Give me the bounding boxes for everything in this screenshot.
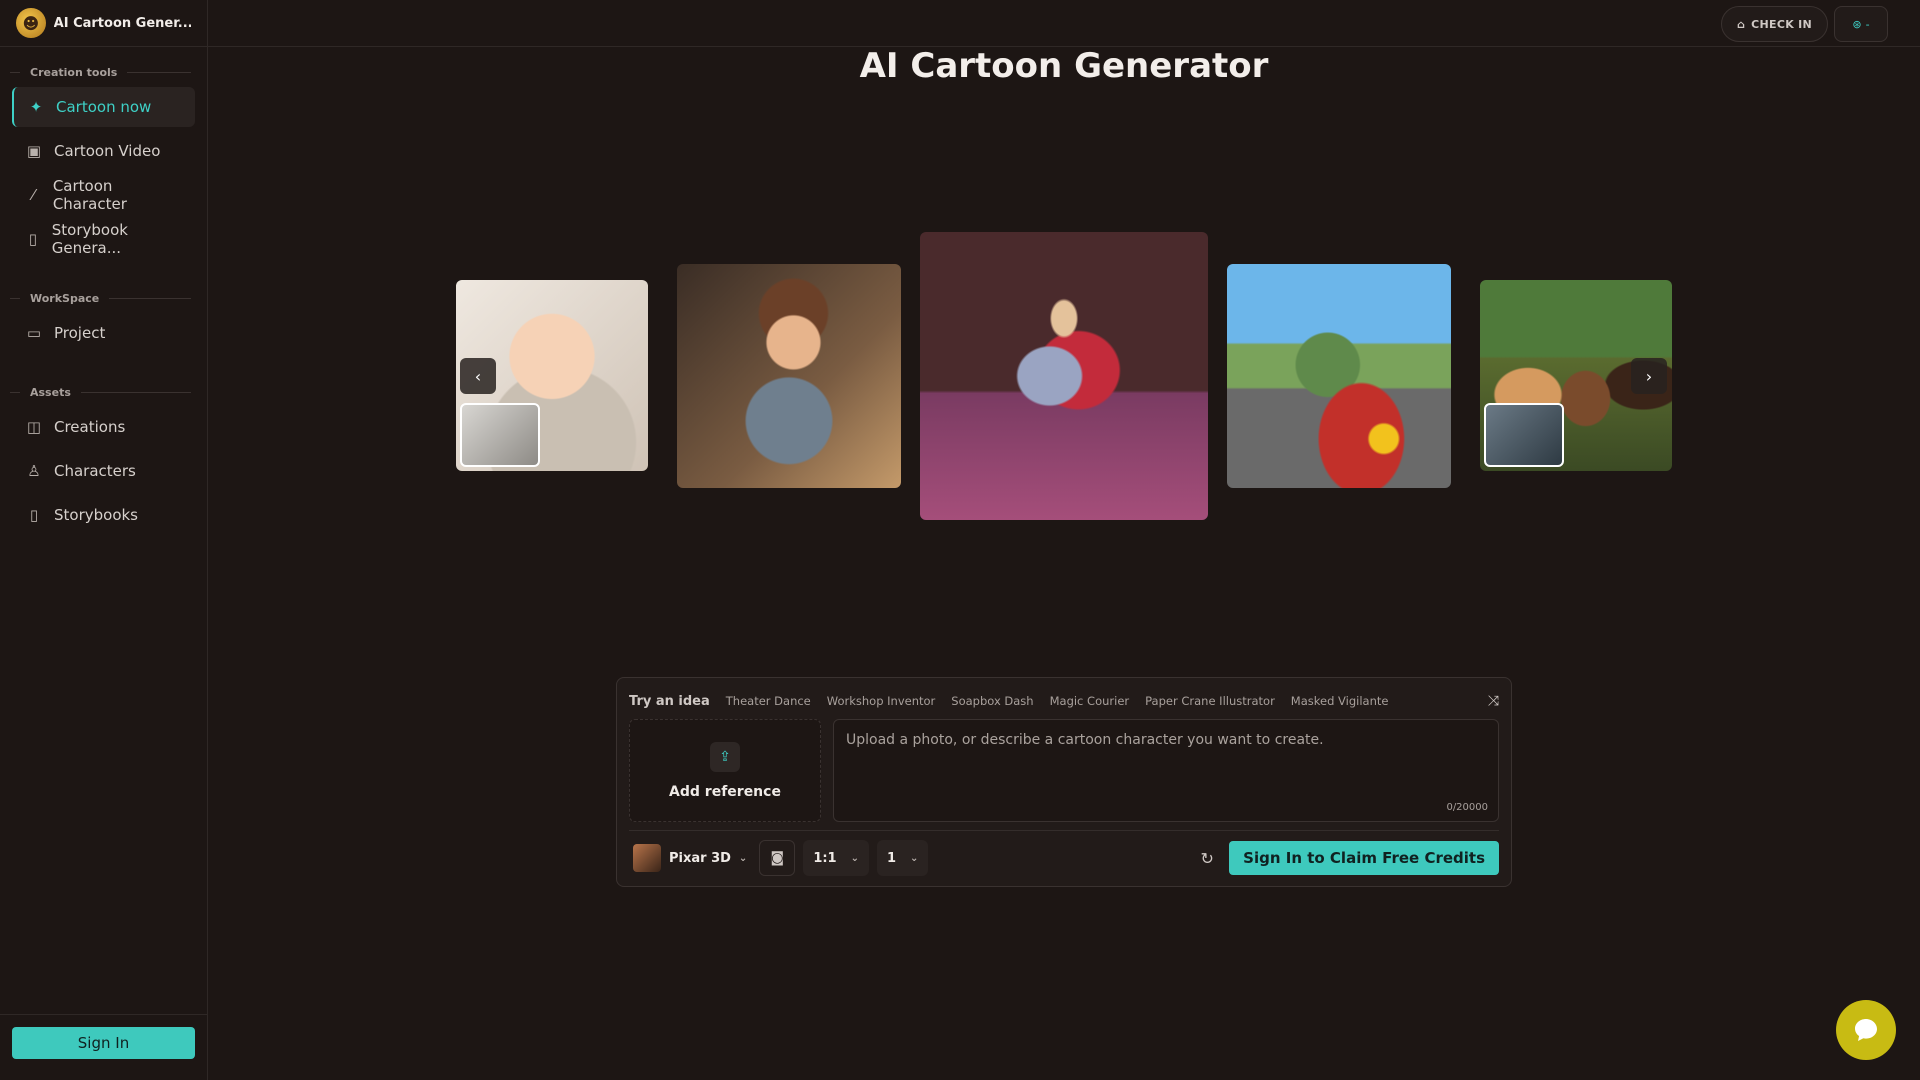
book-icon: ▯ (29, 506, 39, 524)
gift-icon: ⌂ (1736, 17, 1746, 31)
source-photo-thumbnail (1484, 403, 1564, 467)
claim-credits-button[interactable]: Sign In to Claim Free Credits (1229, 841, 1499, 875)
sign-in-button[interactable]: Sign In (12, 1027, 195, 1059)
sidebar-item-label: Project (54, 324, 106, 342)
sidebar-item-creations[interactable]: ◫ Creations (12, 407, 195, 447)
top-bar: ⌂ CHECK IN ⊛ - (208, 0, 1920, 47)
image-count-select[interactable]: 1 ⌄ (877, 840, 929, 876)
aspect-ratio-value: 1:1 (813, 850, 837, 866)
panel-divider (629, 830, 1499, 831)
sidebar-item-label: Storybook Genera... (51, 221, 128, 257)
language-label: - (1865, 17, 1870, 31)
sidebar-item-storybooks[interactable]: ▯ Storybooks (12, 495, 195, 535)
upload-icon: ⇪ (710, 741, 740, 772)
prompt-input[interactable] (834, 720, 1498, 821)
language-selector[interactable]: ⊛ - (1834, 6, 1888, 42)
section-creation-tools: Creation tools (0, 61, 207, 83)
sidebar-item-label: Cartoon now (56, 98, 152, 116)
chevron-down-icon: ⌄ (850, 852, 859, 864)
idea-chip[interactable]: Theater Dance (726, 694, 811, 708)
generation-toolbar: Pixar 3D ⌄ ◙ 1:1 ⌄ 1 ⌄ ↻ Sign In to Clai… (629, 838, 1499, 878)
sparkle-icon: ✦ (29, 98, 43, 116)
sidebar-item-characters[interactable]: ♙ Characters (12, 451, 195, 491)
portrait-icon: ◙ (770, 850, 785, 866)
page-title: AI Cartoon Generator (859, 46, 1269, 86)
shuffle-icon[interactable]: ⤨ (1488, 693, 1499, 709)
translate-icon: ⊛ (1852, 17, 1862, 31)
carousel-prev-button[interactable]: ‹ (460, 358, 496, 394)
try-idea-label: Try an idea (629, 693, 710, 709)
sidebar-item-storybook-generator[interactable]: ▯ Storybook Genera... (12, 219, 195, 259)
sidebar-item-project[interactable]: ▭ Project (12, 313, 195, 353)
chat-support-button[interactable] (1836, 1000, 1896, 1060)
user-icon: ♙ (27, 462, 41, 480)
idea-chip[interactable]: Workshop Inventor (827, 694, 936, 708)
video-icon: ▣ (26, 142, 42, 160)
chevron-down-icon: ⌄ (738, 852, 748, 864)
sidebar-item-label: Cartoon Character (52, 177, 127, 213)
sidebar-nav: Creation tools ✦ Cartoon now ▣ Cartoon V… (0, 47, 207, 1014)
sidebar-item-label: Storybooks (54, 506, 139, 524)
chat-bubble-icon (1855, 1019, 1877, 1041)
idea-chips: Try an idea Theater Dance Workshop Inven… (629, 692, 1499, 710)
example-carousel: ‹ › (0, 0, 1920, 1080)
add-reference-label: Add reference (669, 783, 781, 800)
sidebar-item-cartoon-character[interactable]: ⁄ Cartoon Character (12, 175, 195, 215)
prompt-box: 0/20000 (833, 719, 1499, 822)
sidebar-item-cartoon-video[interactable]: ▣ Cartoon Video (12, 131, 195, 171)
sidebar-item-cartoon-now[interactable]: ✦ Cartoon now (12, 87, 195, 127)
chevron-down-icon: ⌄ (910, 852, 919, 864)
book-icon: ▯ (28, 230, 38, 248)
brand[interactable]: ☻ AI Cartoon Gener... (0, 0, 207, 47)
chevron-left-icon: ‹ (474, 366, 482, 386)
idea-chip[interactable]: Masked Vigilante (1291, 694, 1389, 708)
sidebar: ☻ AI Cartoon Gener... Creation tools ✦ C… (0, 0, 208, 1080)
source-photo-thumbnail (460, 403, 540, 467)
folder-icon: ▭ (26, 324, 42, 342)
sidebar-item-label: Creations (54, 418, 126, 436)
reset-icon[interactable]: ↻ (1193, 844, 1221, 872)
gallery-icon: ◫ (26, 418, 42, 436)
aspect-ratio-select[interactable]: 1:1 ⌄ (803, 840, 869, 876)
char-counter: 0/20000 (1446, 802, 1488, 813)
check-in-button[interactable]: ⌂ CHECK IN (1721, 6, 1828, 42)
wand-icon: ⁄ (32, 186, 35, 204)
app-logo: ☻ (16, 8, 46, 38)
carousel-item-soapbox-race[interactable] (1227, 264, 1451, 488)
carousel-item-dancing-prince[interactable] (920, 232, 1208, 520)
check-in-label: CHECK IN (1751, 17, 1813, 31)
carousel-next-button[interactable]: › (1631, 358, 1667, 394)
chevron-right-icon: › (1645, 366, 1653, 386)
image-count-value: 1 (887, 850, 897, 866)
prompt-panel: Try an idea Theater Dance Workshop Inven… (616, 677, 1512, 887)
section-assets: Assets (0, 381, 207, 403)
sidebar-item-label: Characters (54, 462, 136, 480)
style-label: Pixar 3D (669, 850, 731, 866)
face-reference-button[interactable]: ◙ (759, 840, 796, 876)
sidebar-footer: Sign In (0, 1014, 207, 1080)
carousel-item-workshop-boy[interactable] (677, 264, 901, 488)
add-reference-button[interactable]: ⇪ Add reference (629, 719, 821, 822)
idea-chip[interactable]: Magic Courier (1050, 694, 1130, 708)
section-workspace: WorkSpace (0, 287, 207, 309)
idea-chip[interactable]: Paper Crane Illustrator (1145, 694, 1275, 708)
app-name: AI Cartoon Gener... (53, 15, 191, 31)
sidebar-item-label: Cartoon Video (54, 142, 161, 160)
style-thumbnail (633, 844, 661, 872)
style-selector[interactable]: Pixar 3D ⌄ (629, 840, 751, 876)
idea-chip[interactable]: Soapbox Dash (951, 694, 1033, 708)
